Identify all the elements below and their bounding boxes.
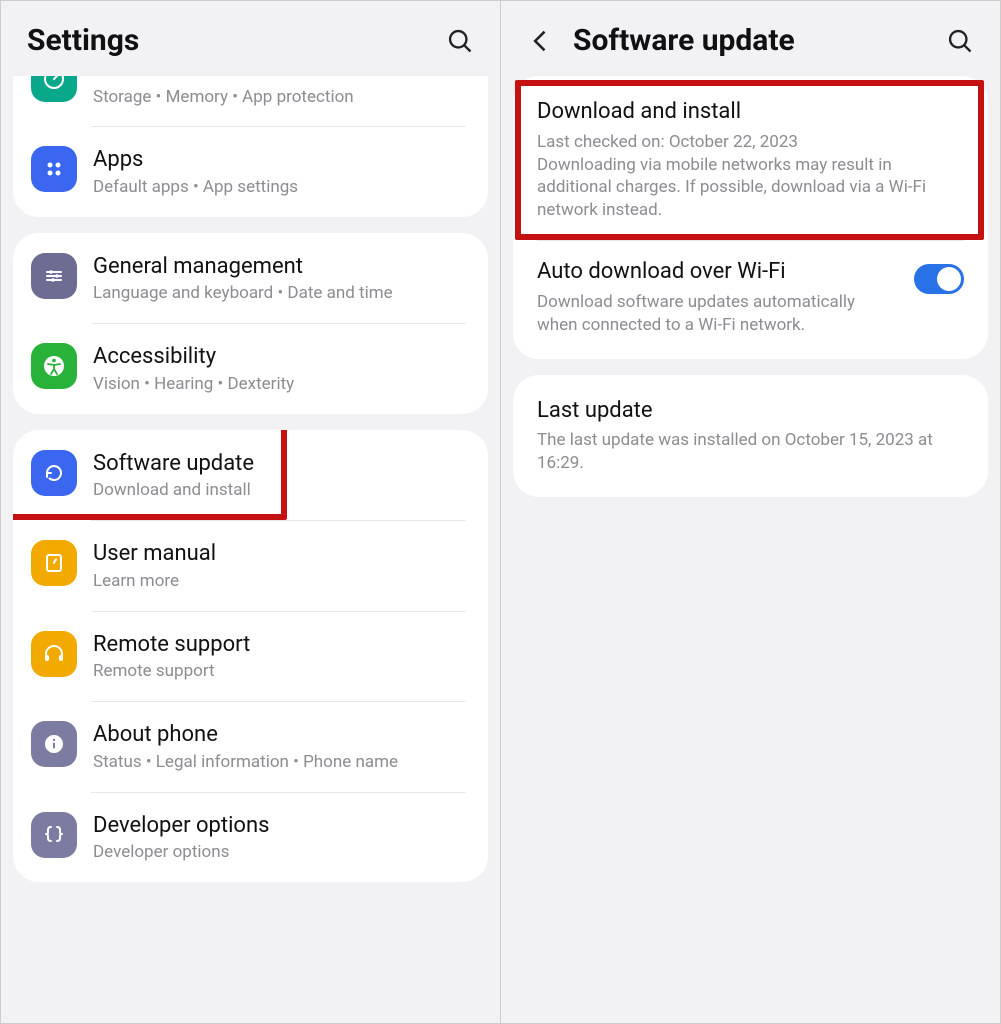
settings-item-title: Software update bbox=[93, 450, 468, 478]
settings-item-labels: Developer optionsDeveloper options bbox=[93, 810, 468, 864]
settings-item-subtitle: Remote support bbox=[93, 660, 468, 683]
auto-download-subtitle: Download software updates automatically … bbox=[537, 291, 896, 337]
settings-item-icon bbox=[31, 450, 77, 496]
settings-item-labels: Software updateDownload and install bbox=[93, 448, 468, 502]
settings-item-subtitle: Language and keyboard • Date and time bbox=[93, 282, 468, 305]
settings-item-labels: About phoneStatus • Legal information • … bbox=[93, 719, 468, 773]
settings-group: Software updateDownload and install User … bbox=[13, 430, 488, 882]
settings-item-general-management[interactable]: General managementLanguage and keyboard … bbox=[13, 233, 488, 323]
settings-item-subtitle: Status • Legal information • Phone name bbox=[93, 751, 468, 774]
settings-item-title: General management bbox=[93, 253, 468, 281]
settings-item-labels: AppsDefault apps • App settings bbox=[93, 144, 468, 198]
last-update-item[interactable]: Last update The last update was installe… bbox=[513, 379, 988, 493]
settings-scroll[interactable]: Device care Storage • Memory • App protec… bbox=[1, 76, 500, 1023]
settings-item-title: Developer options bbox=[93, 812, 468, 840]
settings-item-subtitle: Storage • Memory • App protection bbox=[93, 86, 468, 109]
software-update-scroll[interactable]: Download and install Last checked on: Oc… bbox=[501, 76, 1000, 1023]
search-icon bbox=[946, 27, 974, 55]
chevron-left-icon bbox=[527, 27, 555, 55]
headset-icon bbox=[42, 642, 66, 666]
search-icon bbox=[446, 27, 474, 55]
page-title: Software update bbox=[573, 23, 934, 58]
auto-download-title: Auto download over Wi-Fi bbox=[537, 258, 896, 287]
settings-item-title: Device care bbox=[93, 76, 468, 84]
search-button[interactable] bbox=[946, 27, 974, 55]
software-update-header: Software update bbox=[501, 1, 1000, 76]
settings-item-icon bbox=[31, 343, 77, 389]
settings-item-labels: AccessibilityVision • Hearing • Dexterit… bbox=[93, 341, 468, 395]
settings-group: Device care Storage • Memory • App protec… bbox=[13, 76, 488, 217]
settings-pane: Settings Device care Storage • Memory • A… bbox=[1, 1, 500, 1023]
settings-item-title: User manual bbox=[93, 540, 468, 568]
search-button[interactable] bbox=[446, 27, 474, 55]
last-update-title: Last update bbox=[537, 397, 964, 426]
update-actions-card: Download and install Last checked on: Oc… bbox=[513, 76, 988, 359]
settings-item-title: About phone bbox=[93, 721, 468, 749]
software-update-pane: Software update Download and install Las… bbox=[500, 1, 1000, 1023]
settings-group: General managementLanguage and keyboard … bbox=[13, 233, 488, 414]
settings-item-labels: Device care Storage • Memory • App protec… bbox=[93, 76, 468, 108]
settings-item-developer-options[interactable]: Developer optionsDeveloper options bbox=[13, 792, 488, 882]
settings-item-title: Apps bbox=[93, 146, 468, 174]
last-update-subtitle: The last update was installed on October… bbox=[537, 429, 964, 475]
settings-item-accessibility[interactable]: AccessibilityVision • Hearing • Dexterit… bbox=[13, 323, 488, 413]
settings-item-device-care[interactable]: Device care Storage • Memory • App protec… bbox=[13, 76, 488, 126]
accessibility-icon bbox=[42, 354, 66, 378]
settings-item-labels: User manualLearn more bbox=[93, 538, 468, 592]
settings-item-user-manual[interactable]: User manualLearn more bbox=[13, 520, 488, 610]
settings-item-title: Accessibility bbox=[93, 343, 468, 371]
settings-item-remote-support[interactable]: Remote supportRemote support bbox=[13, 611, 488, 701]
info-icon bbox=[42, 732, 66, 756]
apps-icon bbox=[42, 157, 66, 181]
braces-icon bbox=[42, 823, 66, 847]
settings-item-title: Remote support bbox=[93, 631, 468, 659]
settings-item-labels: General managementLanguage and keyboard … bbox=[93, 251, 468, 305]
settings-item-icon bbox=[31, 631, 77, 677]
download-subtitle: Last checked on: October 22, 2023 Downlo… bbox=[537, 131, 964, 223]
auto-download-toggle[interactable] bbox=[914, 264, 964, 294]
settings-item-software-update[interactable]: Software updateDownload and install bbox=[13, 430, 488, 520]
settings-header: Settings bbox=[1, 1, 500, 76]
settings-item-subtitle: Developer options bbox=[93, 841, 468, 864]
manual-icon bbox=[42, 551, 66, 575]
sliders-icon bbox=[42, 264, 66, 288]
download-title: Download and install bbox=[537, 98, 964, 127]
settings-item-about-phone[interactable]: About phoneStatus • Legal information • … bbox=[13, 701, 488, 791]
settings-item-icon bbox=[31, 721, 77, 767]
settings-item-icon bbox=[31, 76, 77, 102]
settings-item-icon bbox=[31, 540, 77, 586]
download-and-install-item[interactable]: Download and install Last checked on: Oc… bbox=[513, 80, 988, 240]
settings-item-subtitle: Learn more bbox=[93, 570, 468, 593]
auto-download-item[interactable]: Auto download over Wi-Fi Download softwa… bbox=[513, 240, 988, 354]
refresh-icon bbox=[42, 461, 66, 485]
settings-item-icon bbox=[31, 812, 77, 858]
settings-item-subtitle: Vision • Hearing • Dexterity bbox=[93, 373, 468, 396]
page-title: Settings bbox=[27, 23, 434, 58]
gauge-icon bbox=[42, 76, 66, 91]
settings-item-labels: Remote supportRemote support bbox=[93, 629, 468, 683]
settings-item-icon bbox=[31, 253, 77, 299]
settings-item-apps[interactable]: AppsDefault apps • App settings bbox=[13, 126, 488, 216]
last-update-card: Last update The last update was installe… bbox=[513, 375, 988, 497]
settings-item-subtitle: Default apps • App settings bbox=[93, 176, 468, 199]
settings-item-subtitle: Download and install bbox=[93, 479, 468, 502]
settings-item-icon bbox=[31, 146, 77, 192]
back-button[interactable] bbox=[527, 27, 555, 55]
